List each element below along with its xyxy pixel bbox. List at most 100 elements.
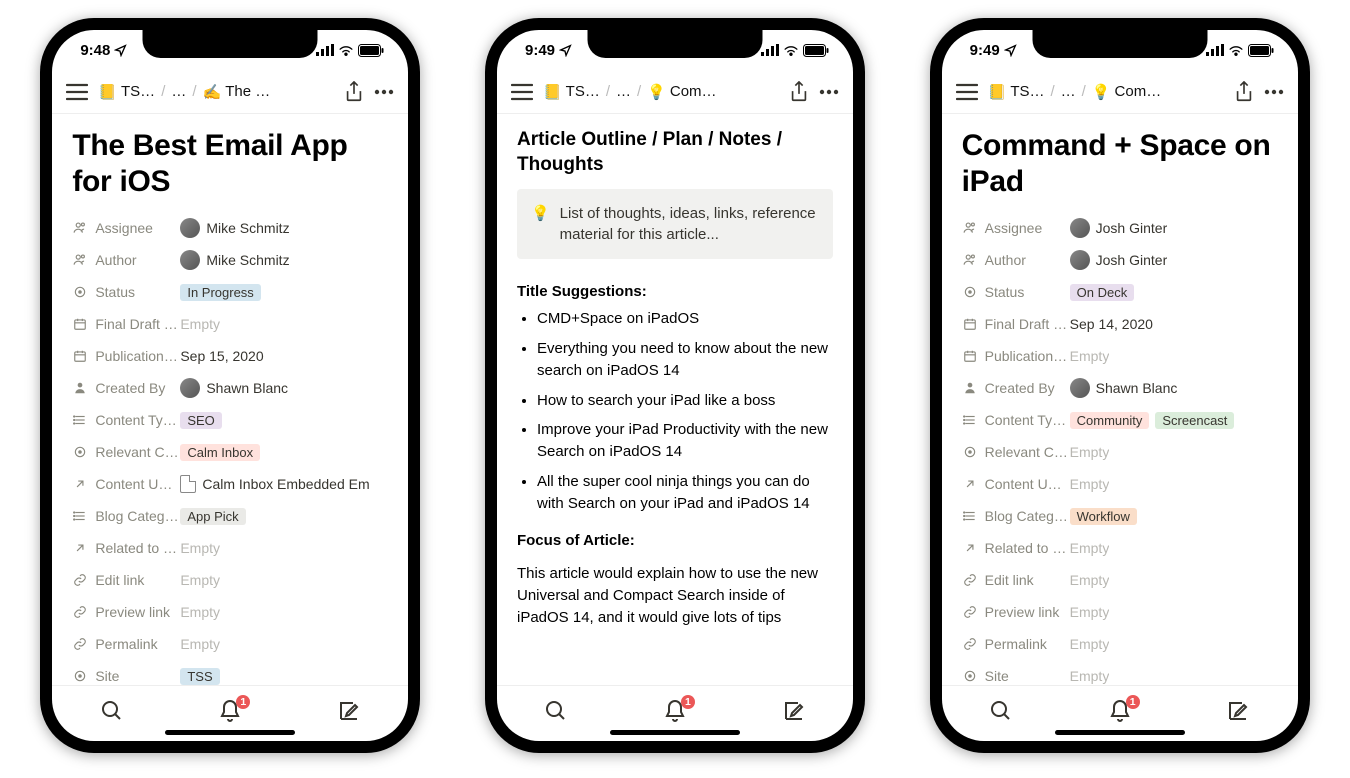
property-row[interactable]: Content U…Calm Inbox Embedded Em [72, 468, 388, 500]
cellular-icon [316, 44, 334, 56]
share-button[interactable] [789, 81, 809, 103]
notifications-tab[interactable]: 1 [218, 699, 242, 728]
property-value[interactable]: Shawn Blanc [1070, 378, 1178, 398]
property-row[interactable]: PermalinkEmpty [962, 628, 1278, 660]
property-row[interactable]: PermalinkEmpty [72, 628, 388, 660]
search-tab[interactable] [544, 699, 568, 728]
property-value[interactable]: Josh Ginter [1070, 250, 1168, 270]
location-icon [114, 44, 127, 57]
breadcrumb[interactable]: 📒TS… / … / 💡Com… [543, 83, 779, 101]
property-row[interactable]: StatusIn Progress [72, 276, 388, 308]
property-row[interactable]: Content Ty…Community Screencast [962, 404, 1278, 436]
property-value[interactable]: Workflow [1070, 508, 1137, 525]
more-button[interactable] [819, 89, 839, 95]
property-value[interactable]: Calm Inbox [180, 444, 260, 461]
breadcrumb[interactable]: 📒TS… / … / 💡Com… [988, 83, 1224, 101]
page-content[interactable]: The Best Email App for iOS AssigneeMike … [52, 114, 408, 685]
property-row[interactable]: Content U…Empty [962, 468, 1278, 500]
breadcrumb[interactable]: 📒TS… / … / ✍️The … [98, 83, 334, 101]
share-button[interactable] [1234, 81, 1254, 103]
property-row[interactable]: Edit linkEmpty [72, 564, 388, 596]
property-value[interactable]: Empty [1070, 444, 1110, 460]
property-row[interactable]: Content Ty…SEO [72, 404, 388, 436]
property-value[interactable]: SEO [180, 412, 221, 429]
property-value[interactable]: Empty [180, 572, 220, 588]
property-row[interactable]: StatusOn Deck [962, 276, 1278, 308]
page-content[interactable]: Article Outline / Plan / Notes / Thought… [497, 114, 853, 685]
property-row[interactable]: Edit linkEmpty [962, 564, 1278, 596]
property-value[interactable]: Empty [1070, 540, 1110, 556]
menu-button[interactable] [511, 83, 533, 101]
property-row[interactable]: Publication…Empty [962, 340, 1278, 372]
property-row[interactable]: AssigneeMike Schmitz [72, 212, 388, 244]
property-value[interactable]: Empty [1070, 572, 1110, 588]
property-icon [72, 349, 88, 363]
property-row[interactable]: SiteEmpty [962, 660, 1278, 685]
property-value[interactable]: Calm Inbox Embedded Em [180, 475, 369, 493]
property-icon [72, 381, 88, 395]
more-button[interactable] [374, 89, 394, 95]
property-value[interactable]: Josh Ginter [1070, 218, 1168, 238]
property-value[interactable]: Empty [1070, 476, 1110, 492]
property-value[interactable]: TSS [180, 668, 219, 685]
property-icon [72, 253, 88, 267]
page-title: Command + Space on iPad [962, 128, 1278, 200]
notifications-tab[interactable]: 1 [663, 699, 687, 728]
menu-button[interactable] [66, 83, 88, 101]
property-value[interactable]: Empty [1070, 636, 1110, 652]
property-row[interactable]: Preview linkEmpty [72, 596, 388, 628]
property-row[interactable]: Final Draft …Sep 14, 2020 [962, 308, 1278, 340]
property-value[interactable]: Shawn Blanc [180, 378, 288, 398]
property-row[interactable]: Related to …Empty [72, 532, 388, 564]
property-row[interactable]: Created ByShawn Blanc [72, 372, 388, 404]
menu-button[interactable] [956, 83, 978, 101]
property-label: Assignee [72, 220, 180, 236]
property-row[interactable]: Relevant C…Calm Inbox [72, 436, 388, 468]
property-icon [72, 669, 88, 683]
property-row[interactable]: Final Draft …Empty [72, 308, 388, 340]
property-value[interactable]: Community Screencast [1070, 412, 1235, 429]
property-value[interactable]: Empty [1070, 668, 1110, 684]
property-row[interactable]: AuthorMike Schmitz [72, 244, 388, 276]
property-value[interactable]: App Pick [180, 508, 245, 525]
property-row[interactable]: Preview linkEmpty [962, 596, 1278, 628]
share-button[interactable] [344, 81, 364, 103]
compose-tab[interactable] [1226, 699, 1250, 728]
property-value[interactable]: Mike Schmitz [180, 218, 289, 238]
property-row[interactable]: Blog Categ…App Pick [72, 500, 388, 532]
property-value[interactable]: Empty [1070, 604, 1110, 620]
property-value[interactable]: Empty [180, 540, 220, 556]
property-value[interactable]: Empty [1070, 348, 1110, 364]
property-row[interactable]: Blog Categ…Workflow [962, 500, 1278, 532]
property-value[interactable]: Empty [180, 316, 220, 332]
property-label: Author [962, 252, 1070, 268]
property-icon [962, 349, 978, 363]
compose-tab[interactable] [337, 699, 361, 728]
property-label: Related to … [72, 540, 180, 556]
search-tab[interactable] [989, 699, 1013, 728]
property-row[interactable]: Publication…Sep 15, 2020 [72, 340, 388, 372]
page-content[interactable]: Command + Space on iPad AssigneeJosh Gin… [942, 114, 1298, 685]
property-row[interactable]: Relevant C…Empty [962, 436, 1278, 468]
property-row[interactable]: SiteTSS [72, 660, 388, 685]
clock: 9:49 [525, 42, 555, 59]
notifications-tab[interactable]: 1 [1108, 699, 1132, 728]
property-value[interactable]: On Deck [1070, 284, 1135, 301]
property-value[interactable]: Mike Schmitz [180, 250, 289, 270]
property-value[interactable]: In Progress [180, 284, 260, 301]
property-icon [72, 221, 88, 235]
property-row[interactable]: AssigneeJosh Ginter [962, 212, 1278, 244]
callout-block[interactable]: 💡 List of thoughts, ideas, links, refere… [517, 189, 833, 259]
property-value[interactable]: Sep 14, 2020 [1070, 316, 1153, 332]
property-value[interactable]: Empty [180, 604, 220, 620]
property-value[interactable]: Empty [180, 636, 220, 652]
property-row[interactable]: AuthorJosh Ginter [962, 244, 1278, 276]
search-tab[interactable] [100, 699, 124, 728]
property-row[interactable]: Created ByShawn Blanc [962, 372, 1278, 404]
property-value[interactable]: Sep 15, 2020 [180, 348, 263, 364]
property-row[interactable]: Related to …Empty [962, 532, 1278, 564]
compose-tab[interactable] [782, 699, 806, 728]
clock: 9:49 [970, 42, 1000, 59]
property-icon [962, 637, 978, 651]
more-button[interactable] [1264, 89, 1284, 95]
